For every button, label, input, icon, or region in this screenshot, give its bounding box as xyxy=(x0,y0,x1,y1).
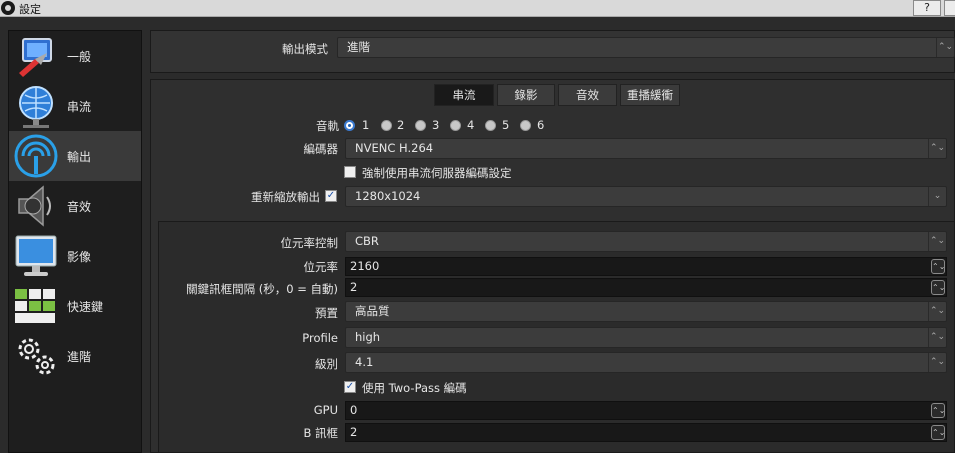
encoder-value: NVENC H.264 xyxy=(355,141,434,155)
stream-globe-icon xyxy=(19,86,53,128)
window-title: 設定 xyxy=(19,3,41,16)
sidebar-item-audio[interactable]: 音效 xyxy=(9,181,141,231)
audio-track-option-label: 6 xyxy=(537,118,545,132)
output-icon xyxy=(14,134,58,178)
audio-track-radio-5[interactable] xyxy=(485,120,496,131)
rescale-resolution-select[interactable]: 1280x1024 ⌄ xyxy=(345,186,947,207)
b-frames-value: 2 xyxy=(350,425,358,439)
output-mode-select[interactable]: 進階 ⌃⌄ xyxy=(337,37,955,58)
sidebar-item-label: 進階 xyxy=(67,350,92,364)
tab-stream[interactable]: 串流 xyxy=(434,84,494,106)
bitrate-input[interactable]: 2160 ⌃⌄ xyxy=(345,257,947,276)
updown-arrows-icon: ⌃⌄ xyxy=(928,353,946,372)
updown-arrows-icon: ⌃⌄ xyxy=(936,38,954,57)
audio-track-radio-4[interactable] xyxy=(450,120,461,131)
sidebar-item-advanced[interactable]: 進階 xyxy=(9,331,141,381)
sidebar-item-hotkeys[interactable]: 快速鍵 xyxy=(9,281,141,331)
tab-replay-buffer[interactable]: 重播緩衝 xyxy=(620,84,680,106)
audio-track-label: 音軌 xyxy=(316,119,339,133)
preset-select[interactable]: 高品質 ⌃⌄ xyxy=(345,301,947,322)
rate-control-value: CBR xyxy=(355,234,379,248)
encoder-select[interactable]: NVENC H.264 ⌃⌄ xyxy=(345,138,947,159)
keyframe-interval-label: 關鍵訊框間隔 (秒，0 = 自動) xyxy=(186,282,338,296)
output-mode-label: 輸出模式 xyxy=(282,42,328,56)
preset-label: 預置 xyxy=(315,306,338,320)
spin-arrows-icon[interactable]: ⌃⌄ xyxy=(931,259,945,274)
enforce-service-checkbox[interactable] xyxy=(344,166,356,178)
rescale-label: 重新縮放輸出 xyxy=(251,190,320,204)
sidebar-item-general[interactable]: 一般 xyxy=(9,31,141,81)
b-frames-label: B 訊框 xyxy=(303,426,338,440)
sidebar-item-label: 輸出 xyxy=(67,150,92,164)
output-mode-value: 進階 xyxy=(347,40,370,54)
sidebar-item-label: 一般 xyxy=(67,50,92,64)
help-button[interactable]: ? xyxy=(913,0,941,16)
profile-value: high xyxy=(355,330,381,344)
two-pass-label: 使用 Two-Pass 編碼 xyxy=(362,381,467,395)
level-select[interactable]: 4.1 ⌃⌄ xyxy=(345,352,947,373)
profile-label: Profile xyxy=(302,331,338,345)
updown-arrows-icon: ⌃⌄ xyxy=(928,139,946,158)
gears-icon xyxy=(18,338,55,375)
settings-sidebar: 一般 串流 輸出 音效 影像 快速鍵 進階 xyxy=(8,30,142,453)
keyframe-interval-input[interactable]: 2 ⌃⌄ xyxy=(345,278,947,297)
encoder-label: 編碼器 xyxy=(303,142,339,156)
tab-recording[interactable]: 錄影 xyxy=(497,84,555,106)
audio-track-radio-1[interactable] xyxy=(344,120,355,131)
rescale-checkbox[interactable]: ✓ xyxy=(325,190,337,202)
speaker-icon xyxy=(18,185,51,227)
profile-select[interactable]: high ⌃⌄ xyxy=(345,327,947,348)
b-frames-input[interactable]: 2 ⌃⌄ xyxy=(345,423,947,442)
audio-track-option-label: 5 xyxy=(502,118,510,132)
sidebar-item-label: 音效 xyxy=(67,200,92,214)
rate-control-select[interactable]: CBR ⌃⌄ xyxy=(345,231,947,252)
window-titlebar: 設定 ? xyxy=(0,0,955,17)
audio-track-option-label: 2 xyxy=(397,118,405,132)
bitrate-value: 2160 xyxy=(350,259,380,273)
audio-track-radio-2[interactable] xyxy=(381,120,392,131)
rescale-value: 1280x1024 xyxy=(355,189,421,203)
sidebar-item-video[interactable]: 影像 xyxy=(9,231,141,281)
audio-track-radio-3[interactable] xyxy=(415,120,426,131)
gpu-label: GPU xyxy=(313,403,338,417)
level-label: 級別 xyxy=(315,357,338,371)
spin-arrows-icon[interactable]: ⌃⌄ xyxy=(931,280,945,295)
sidebar-item-label: 快速鍵 xyxy=(67,300,104,314)
preset-value: 高品質 xyxy=(355,304,390,318)
sidebar-item-stream[interactable]: 串流 xyxy=(9,81,141,131)
general-icon xyxy=(19,38,52,77)
two-pass-checkbox[interactable]: ✓ xyxy=(344,381,356,393)
keyboard-icon xyxy=(15,289,55,323)
monitor-icon xyxy=(15,235,57,276)
updown-arrows-icon: ⌃⌄ xyxy=(928,302,946,321)
sidebar-item-label: 串流 xyxy=(67,100,92,114)
updown-arrows-icon: ⌃⌄ xyxy=(928,328,946,347)
sidebar-item-label: 影像 xyxy=(67,250,92,264)
rate-control-label: 位元率控制 xyxy=(280,236,339,250)
audio-track-option-label: 4 xyxy=(467,118,475,132)
audio-track-option-label: 3 xyxy=(432,118,440,132)
enforce-service-label: 強制使用串流伺服器編碼設定 xyxy=(362,166,512,180)
level-value: 4.1 xyxy=(355,355,374,369)
audio-track-option-label: 1 xyxy=(362,118,370,132)
close-button[interactable] xyxy=(944,0,955,16)
gpu-value: 0 xyxy=(350,403,358,417)
audio-track-radio-6[interactable] xyxy=(520,120,531,131)
tab-audio[interactable]: 音效 xyxy=(558,84,617,106)
chevron-down-icon: ⌄ xyxy=(928,187,946,206)
keyframe-interval-value: 2 xyxy=(350,280,358,294)
sidebar-item-output[interactable]: 輸出 xyxy=(9,131,141,181)
gpu-input[interactable]: 0 ⌃⌄ xyxy=(345,401,947,420)
bitrate-label: 位元率 xyxy=(303,260,339,274)
updown-arrows-icon: ⌃⌄ xyxy=(928,232,946,251)
spin-arrows-icon[interactable]: ⌃⌄ xyxy=(931,425,945,440)
obs-app-icon xyxy=(1,1,15,15)
spin-arrows-icon[interactable]: ⌃⌄ xyxy=(931,403,945,418)
